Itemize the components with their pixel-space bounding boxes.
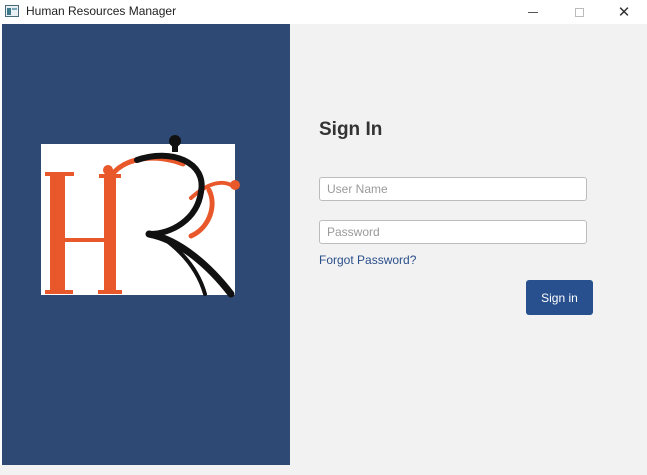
hr-logo xyxy=(41,135,240,298)
close-icon: ✕ xyxy=(617,3,631,21)
signin-button[interactable]: Sign in xyxy=(526,280,593,315)
password-input[interactable] xyxy=(319,220,587,244)
window-title: Human Resources Manager xyxy=(26,4,177,18)
logo-orange-figures xyxy=(108,155,235,239)
minimize-button[interactable] xyxy=(510,0,556,24)
app-icon xyxy=(5,5,19,17)
title-bar[interactable]: Human Resources Manager ✕ xyxy=(0,0,647,24)
hr-logo-graphic xyxy=(45,135,240,298)
minimize-icon xyxy=(528,11,538,13)
forgot-password-link[interactable]: Forgot Password? xyxy=(319,253,416,267)
logo-black-head xyxy=(169,135,181,152)
logo-orange-heads xyxy=(103,165,240,190)
bottom-strip xyxy=(0,465,290,475)
maximize-icon xyxy=(574,7,584,17)
branding-panel xyxy=(2,24,290,465)
close-button[interactable]: ✕ xyxy=(601,0,647,24)
app-window: Human Resources Manager ✕ Sign In User N… xyxy=(0,0,647,475)
signin-heading: Sign In xyxy=(319,119,383,140)
username-input[interactable] xyxy=(319,177,587,201)
login-panel: Sign In Forgot Password? Sign in xyxy=(290,24,647,475)
logo-letter-h xyxy=(45,172,122,294)
maximize-button[interactable] xyxy=(556,0,602,24)
logo-letter-r xyxy=(134,152,235,298)
